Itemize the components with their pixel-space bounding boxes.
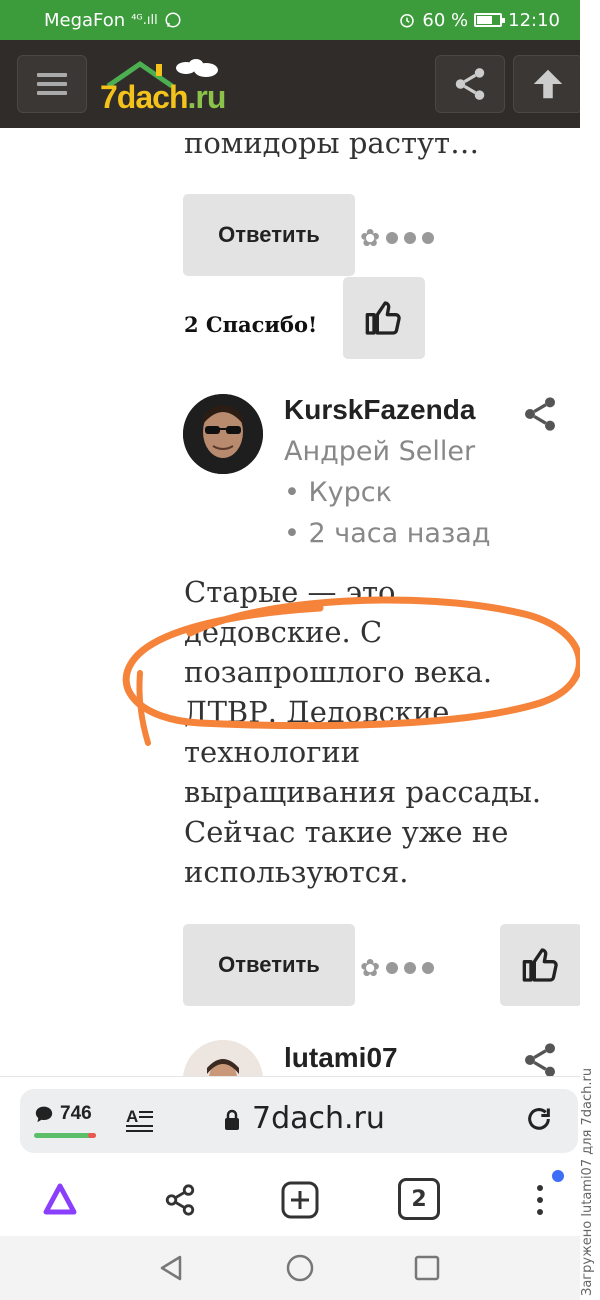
site-logo[interactable]: 7dach.ru (100, 58, 230, 118)
dot (386, 232, 399, 244)
svg-text:A: A (126, 1107, 138, 1126)
more-icon (537, 1185, 543, 1215)
avatar[interactable] (183, 394, 263, 474)
recents-icon[interactable] (412, 1253, 442, 1283)
like-button[interactable] (343, 277, 425, 359)
comment-line: используются. (184, 855, 409, 889)
comment-line: выращивания рассады. (184, 775, 542, 809)
next-comment-share-button[interactable] (520, 1040, 560, 1076)
reply-button[interactable]: Ответить (183, 194, 355, 276)
like-button-2[interactable] (500, 924, 580, 1006)
comment-line: Сейчас такие уже не (184, 815, 509, 849)
back-icon[interactable] (156, 1253, 186, 1283)
menu-icon (37, 73, 67, 95)
comments-feed: помидоры растут… Ответить ✿ 2 Спасибо! K… (0, 128, 580, 1076)
tab-count: 2 (411, 1186, 427, 1212)
home-icon[interactable] (285, 1253, 315, 1283)
author-city: • Курск (284, 477, 392, 508)
reply-button-2[interactable]: Ответить (183, 924, 355, 1006)
clock: 12:10 (508, 9, 560, 31)
notification-dot (552, 1170, 564, 1182)
progress-indicator (34, 1133, 96, 1138)
phone-screen: MegaFon ⁴ᴳ.ıll 60 % 12:10 7dach.ru помид… (0, 0, 600, 1300)
tabs-icon[interactable]: 2 (398, 1178, 440, 1220)
watermark-strip: Загружено lutami07 для 7dach.ru (580, 0, 600, 1300)
thanks-count: 2 Спасибо! (184, 312, 318, 337)
comment-line: технологии (184, 735, 361, 769)
lock-icon (225, 1109, 239, 1130)
battery-icon (474, 13, 506, 27)
new-tab-button[interactable] (276, 1176, 324, 1224)
dot (422, 232, 435, 244)
dot (404, 232, 417, 244)
share-page-button[interactable] (156, 1176, 204, 1224)
previous-comment-tail: помидоры растут… (184, 128, 480, 160)
alarm-icon (400, 14, 415, 28)
status-bar: MegaFon ⁴ᴳ.ıll 60 % 12:10 (0, 0, 580, 40)
site-header: 7dach.ru (0, 40, 583, 128)
share-icon (165, 1184, 195, 1216)
comment-line: позапрошлого века. (184, 655, 493, 689)
logo-text: 7dach.ru (100, 79, 226, 116)
reader-mode-icon[interactable]: A (126, 1105, 154, 1133)
comment-line: дедовские. С (184, 615, 383, 649)
thumbs-up-icon (522, 948, 558, 982)
plus-icon (281, 1181, 319, 1219)
more-actions-2[interactable]: ✿ (360, 954, 435, 982)
watermark-text: Загружено lutami07 для 7dach.ru (580, 1067, 595, 1296)
next-comment-author[interactable]: lutami07 (284, 1042, 398, 1074)
author-real-name: Андрей Seller (284, 436, 476, 467)
comment-icon (35, 1106, 53, 1123)
carrier-label: MegaFon (44, 9, 126, 31)
address-bar[interactable]: 746 A 7dach.ru (20, 1089, 578, 1153)
comments-count: 746 (60, 1103, 92, 1124)
more-actions[interactable]: ✿ (360, 224, 435, 252)
alice-button[interactable] (36, 1176, 84, 1224)
more-menu-button[interactable] (516, 1176, 564, 1224)
share-button[interactable] (435, 55, 505, 113)
browser-address-area: 746 A 7dach.ru (0, 1076, 580, 1164)
flower-icon: ✿ (360, 224, 381, 252)
comment-text: Старые — это дедовские. С позапрошлого в… (184, 572, 580, 892)
scroll-top-button[interactable] (513, 55, 583, 113)
flower-icon: ✿ (360, 954, 381, 982)
dot (404, 962, 417, 974)
arrow-up-icon (533, 69, 563, 99)
comment-author[interactable]: KurskFazenda (284, 394, 475, 426)
dot (422, 962, 435, 974)
logo-suffix: .ru (187, 79, 226, 115)
signal-indicator: ⁴ᴳ.ıll (131, 12, 158, 28)
battery-percent: 60 % (422, 9, 469, 31)
avatar-next[interactable] (183, 1040, 263, 1076)
share-icon (455, 68, 485, 100)
whatsapp-icon (165, 12, 181, 28)
browser-toolbar: 2 (0, 1164, 580, 1236)
logo-main: 7dach (100, 79, 188, 115)
share-icon (525, 1043, 555, 1076)
avatar-image (183, 394, 263, 474)
system-nav-bar (0, 1236, 580, 1300)
avatar-image (183, 1040, 263, 1076)
comment-line: ДТВР. Дедовские (184, 695, 450, 729)
comment-share-button[interactable] (520, 394, 560, 438)
url-text[interactable]: 7dach.ru (252, 1101, 385, 1136)
comment-time: • 2 часа назад (284, 518, 491, 549)
menu-button[interactable] (17, 55, 87, 113)
reload-icon[interactable] (525, 1105, 553, 1133)
comments-badge[interactable]: 746 (34, 1103, 92, 1125)
thumbs-up-icon (365, 301, 401, 335)
share-icon (525, 397, 555, 431)
dot (386, 962, 399, 974)
alice-icon (43, 1183, 77, 1215)
comment-line: Старые — это (184, 575, 396, 609)
